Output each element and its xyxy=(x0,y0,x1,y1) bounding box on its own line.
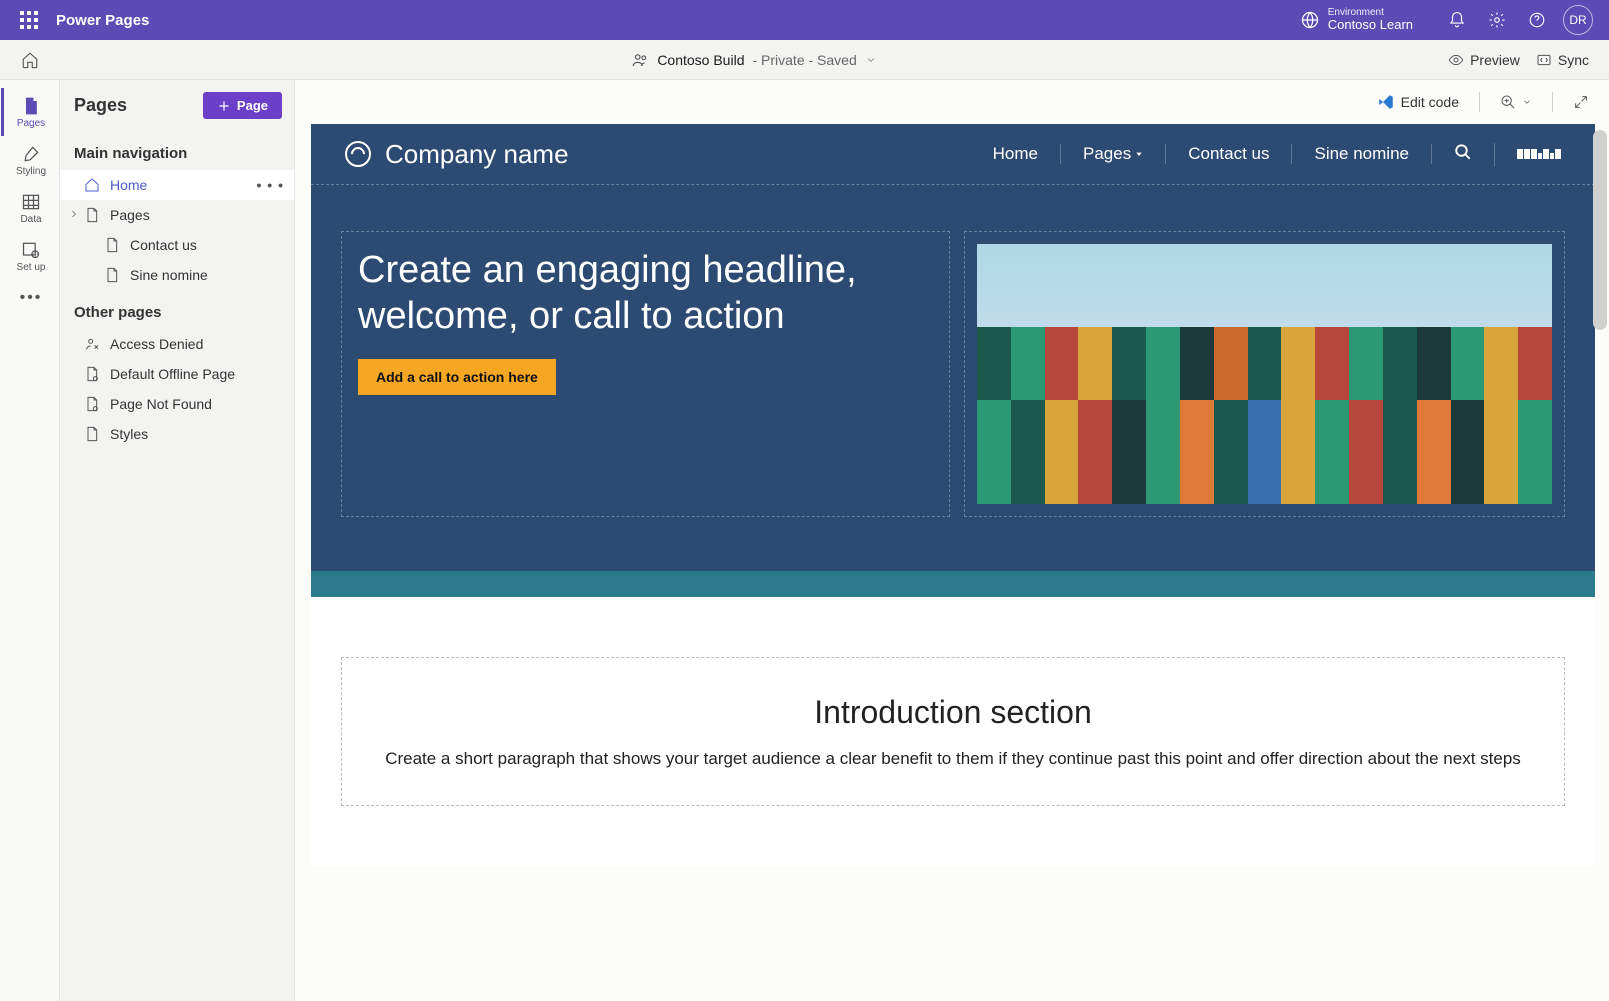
gear-small-icon xyxy=(21,240,41,260)
tree-item-home[interactable]: Home • • • xyxy=(60,170,294,200)
page-icon xyxy=(104,267,120,283)
vertical-scrollbar[interactable] xyxy=(1593,130,1607,330)
hero-placeholder-image[interactable] xyxy=(977,244,1552,504)
site-logo-icon[interactable] xyxy=(345,141,371,167)
rail-data[interactable]: Data xyxy=(1,184,59,232)
page-warn-icon xyxy=(84,366,100,382)
hero-headline[interactable]: Create an engaging headline, welcome, or… xyxy=(358,248,933,339)
tree-item-not-found[interactable]: Page Not Found xyxy=(60,389,294,419)
environment-picker[interactable]: Environment Contoso Learn xyxy=(1300,7,1413,32)
environment-label: Environment xyxy=(1328,7,1413,18)
tree-item-access-denied[interactable]: Access Denied xyxy=(60,329,294,359)
table-icon xyxy=(21,192,41,212)
nav-link-sine[interactable]: Sine nomine xyxy=(1292,144,1432,164)
settings-button[interactable] xyxy=(1477,0,1517,40)
section-main-nav-title: Main navigation xyxy=(60,131,294,170)
panel-title: Pages xyxy=(74,95,127,116)
notifications-button[interactable] xyxy=(1437,0,1477,40)
intro-body[interactable]: Create a short paragraph that shows your… xyxy=(382,749,1524,769)
zoom-icon xyxy=(1500,94,1516,110)
nav-search-button[interactable] xyxy=(1432,143,1495,166)
environment-icon xyxy=(1300,10,1320,30)
zoom-button[interactable] xyxy=(1494,90,1538,114)
expand-icon xyxy=(1573,94,1589,110)
rail-pages[interactable]: Pages xyxy=(1,88,59,136)
caret-down-icon xyxy=(1135,150,1143,158)
hero-section[interactable]: Create an engaging headline, welcome, or… xyxy=(311,184,1595,571)
main-nav-tree: Home • • • Pages Contact us Sine nomine xyxy=(60,170,294,290)
search-icon xyxy=(1454,143,1472,161)
divider xyxy=(1552,92,1553,112)
home-icon xyxy=(84,177,100,193)
pages-panel: Pages Page Main navigation Home • • • Pa… xyxy=(60,80,295,1001)
tree-item-offline-page[interactable]: Default Offline Page xyxy=(60,359,294,389)
nav-link-pages[interactable]: Pages xyxy=(1061,144,1166,164)
chevron-down-icon xyxy=(1522,97,1532,107)
left-rail: Pages Styling Data Set up ••• xyxy=(0,80,60,1001)
gear-icon xyxy=(1488,11,1506,29)
other-pages-tree: Access Denied Default Offline Page Page … xyxy=(60,329,294,449)
expand-button[interactable] xyxy=(1567,90,1595,114)
sync-icon xyxy=(1536,52,1552,68)
help-button[interactable] xyxy=(1517,0,1557,40)
intro-box[interactable]: Introduction section Create a short para… xyxy=(341,657,1565,806)
chevron-down-icon xyxy=(865,54,877,66)
plus-icon xyxy=(217,99,231,113)
rail-more[interactable]: ••• xyxy=(1,280,59,316)
help-icon xyxy=(1528,11,1546,29)
app-name: Power Pages xyxy=(56,12,149,29)
site-title-block[interactable]: Contoso Build - Private - Saved xyxy=(60,51,1448,69)
preview-button[interactable]: Preview xyxy=(1448,52,1520,68)
app-launcher-icon[interactable] xyxy=(20,11,38,29)
canvas-toolbar: Edit code xyxy=(295,80,1609,124)
top-bar: Power Pages Environment Contoso Learn DR xyxy=(0,0,1609,40)
people-icon xyxy=(631,51,649,69)
rail-setup[interactable]: Set up xyxy=(1,232,59,280)
chevron-right-icon[interactable] xyxy=(68,207,82,223)
home-button[interactable] xyxy=(0,51,60,69)
vscode-icon xyxy=(1377,93,1395,111)
page-icon xyxy=(21,96,41,116)
tree-item-contact-us[interactable]: Contact us xyxy=(60,230,294,260)
nav-link-home[interactable]: Home xyxy=(971,144,1061,164)
hero-text-column[interactable]: Create an engaging headline, welcome, or… xyxy=(341,231,950,517)
section-other-title: Other pages xyxy=(60,290,294,329)
tree-item-sine-nomine[interactable]: Sine nomine xyxy=(60,260,294,290)
edit-code-button[interactable]: Edit code xyxy=(1371,89,1465,115)
intro-section[interactable]: Introduction section Create a short para… xyxy=(311,597,1595,866)
rail-styling[interactable]: Styling xyxy=(1,136,59,184)
add-page-button[interactable]: Page xyxy=(203,92,282,119)
company-name[interactable]: Company name xyxy=(385,139,569,170)
site-status: - Private - Saved xyxy=(752,52,856,68)
site-name: Contoso Build xyxy=(657,52,744,68)
hero-image-column[interactable] xyxy=(964,231,1565,517)
environment-value: Contoso Learn xyxy=(1328,18,1413,32)
cta-button[interactable]: Add a call to action here xyxy=(358,359,556,395)
page-icon xyxy=(84,207,100,223)
canvas: Edit code Company name Home xyxy=(295,80,1609,1001)
sync-button[interactable]: Sync xyxy=(1536,52,1589,68)
eye-icon xyxy=(1448,52,1464,68)
teal-divider xyxy=(311,571,1595,597)
intro-title[interactable]: Introduction section xyxy=(382,694,1524,731)
sub-header: Contoso Build - Private - Saved Preview … xyxy=(0,40,1609,80)
site-nav: Company name Home Pages Contact us Sine … xyxy=(311,124,1595,184)
page-icon xyxy=(84,426,100,442)
tree-item-pages[interactable]: Pages xyxy=(60,200,294,230)
user-avatar[interactable]: DR xyxy=(1563,5,1593,35)
page-warn-icon xyxy=(84,396,100,412)
nav-decorative-blocks xyxy=(1495,149,1561,159)
site-preview: Company name Home Pages Contact us Sine … xyxy=(311,124,1595,866)
ellipsis-icon: ••• xyxy=(20,289,43,307)
page-icon xyxy=(104,237,120,253)
access-denied-icon xyxy=(84,336,100,352)
home-icon xyxy=(21,51,39,69)
tree-item-styles[interactable]: Styles xyxy=(60,419,294,449)
nav-link-contact[interactable]: Contact us xyxy=(1166,144,1292,164)
divider xyxy=(1479,92,1480,112)
bell-icon xyxy=(1448,11,1466,29)
preview-scroll[interactable]: Company name Home Pages Contact us Sine … xyxy=(295,124,1609,1001)
more-icon[interactable]: • • • xyxy=(257,177,284,193)
brush-icon xyxy=(21,144,41,164)
